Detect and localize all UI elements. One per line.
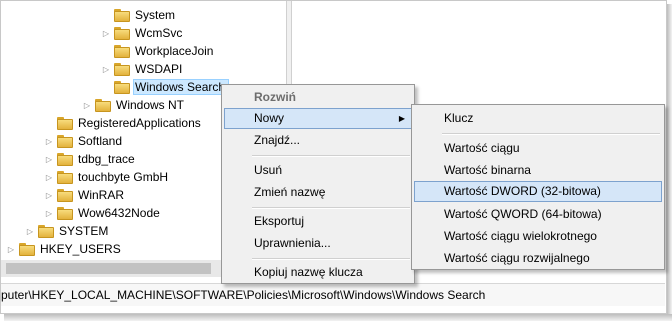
folder-icon — [114, 8, 130, 22]
folder-icon — [19, 242, 35, 256]
tree-node-system-hive[interactable]: ▷ SYSTEM — [25, 222, 108, 240]
status-bar: puter\HKEY_LOCAL_MACHINE\SOFTWARE\Polici… — [1, 283, 665, 306]
submenu-item-dword[interactable]: Wartość DWORD (32-bitowa) — [414, 181, 662, 202]
menu-separator — [252, 155, 410, 157]
tree-node-label-selected: Windows Search — [133, 79, 230, 95]
folder-icon — [57, 116, 73, 130]
tree-node-label: touchbyte GmbH — [78, 170, 169, 184]
folder-icon — [57, 152, 73, 166]
tree-node-workplacejoin[interactable]: WorkplaceJoin — [101, 42, 213, 60]
submenu-item-multi-string[interactable]: Wartość ciągu wielokrotnego — [414, 226, 662, 247]
tree-node-label: WSDAPI — [135, 62, 183, 76]
expand-arrow-icon[interactable]: ▷ — [44, 191, 54, 200]
tree-node-label: WcmSvc — [135, 26, 183, 40]
tree-node-tdbg-trace[interactable]: ▷ tdbg_trace — [44, 150, 135, 168]
submenu-arrow-icon: ▶ — [398, 114, 405, 123]
expand-arrow-icon[interactable]: ▷ — [101, 29, 111, 38]
folder-icon — [38, 224, 54, 238]
tree-node-label: WinRAR — [78, 188, 125, 202]
folder-icon — [114, 80, 130, 94]
scrollbar-thumb[interactable] — [6, 263, 211, 274]
tree-node-label: HKEY_USERS — [40, 242, 121, 256]
tree-node-windows-nt[interactable]: ▷ Windows NT — [82, 96, 184, 114]
tree-node-label: System — [135, 8, 176, 22]
tree-node-softland[interactable]: ▷ Softland — [44, 132, 122, 150]
submenu-item-expandable-string[interactable]: Wartość ciągu rozwijalnego — [414, 248, 662, 269]
submenu-item-qword[interactable]: Wartość QWORD (64-bitowa) — [414, 204, 662, 225]
menu-item-kopiuj-nazwe[interactable]: Kopiuj nazwę klucza — [224, 262, 412, 283]
tree-node-label: Softland — [78, 134, 123, 148]
registry-path: puter\HKEY_LOCAL_MACHINE\SOFTWARE\Polici… — [1, 288, 486, 302]
folder-icon — [57, 188, 73, 202]
tree-node-hkey-users[interactable]: ▷ HKEY_USERS — [6, 240, 121, 258]
tree-node-label: SYSTEM — [59, 224, 109, 238]
tree-node-wcmsvc[interactable]: ▷ WcmSvc — [101, 24, 182, 42]
tree-node-registeredapplications[interactable]: RegisteredApplications — [44, 114, 201, 132]
expand-arrow-icon[interactable]: ▷ — [6, 245, 16, 254]
folder-icon — [57, 206, 73, 220]
expand-arrow-icon[interactable]: ▷ — [44, 137, 54, 146]
context-menu: Rozwiń Nowy ▶ Znajdź... Usuń Zmień nazwę… — [221, 84, 415, 284]
expand-arrow-icon[interactable]: ▷ — [25, 227, 35, 236]
menu-item-znajdz[interactable]: Znajdź... — [224, 130, 412, 151]
expand-arrow-icon[interactable]: ▷ — [101, 65, 111, 74]
folder-icon — [114, 26, 130, 40]
tree-node-winrar[interactable]: ▷ WinRAR — [44, 186, 124, 204]
window-shadow-right — [667, 4, 672, 318]
menu-item-zmien-nazwe[interactable]: Zmień nazwę — [224, 182, 412, 203]
folder-icon — [114, 44, 130, 58]
submenu-item-wartosc-ciagu[interactable]: Wartość ciągu — [414, 138, 662, 159]
menu-item-label: Nowy — [254, 111, 285, 125]
tree-node-label: RegisteredApplications — [78, 116, 201, 130]
menu-item-uprawnienia[interactable]: Uprawnienia... — [224, 233, 412, 254]
submenu-nowy: Klucz Wartość ciągu Wartość binarna Wart… — [411, 104, 665, 270]
expand-arrow-icon[interactable]: ▷ — [44, 155, 54, 164]
folder-icon — [114, 62, 130, 76]
expand-arrow-icon[interactable]: ▷ — [44, 209, 54, 218]
menu-separator — [442, 133, 660, 135]
submenu-item-wartosc-binarna[interactable]: Wartość binarna — [414, 160, 662, 181]
menu-separator — [252, 207, 410, 209]
menu-item-eksportuj[interactable]: Eksportuj — [224, 211, 412, 232]
folder-icon — [57, 170, 73, 184]
tree-node-label: Windows NT — [116, 98, 185, 112]
expand-arrow-icon[interactable]: ▷ — [82, 101, 92, 110]
folder-icon — [95, 98, 111, 112]
tree-node-label: tdbg_trace — [78, 152, 135, 166]
tree-node-system[interactable]: System — [101, 6, 175, 24]
tree-node-label: WorkplaceJoin — [135, 44, 214, 58]
tree-node-label: Wow6432Node — [78, 206, 160, 220]
expand-arrow-icon[interactable]: ▷ — [44, 173, 54, 182]
menu-item-rozwin[interactable]: Rozwiń — [224, 87, 412, 108]
menu-separator — [252, 258, 410, 260]
window-shadow-bottom — [4, 314, 672, 321]
menu-item-usun[interactable]: Usuń — [224, 160, 412, 181]
tree-node-wsdapi[interactable]: ▷ WSDAPI — [101, 60, 182, 78]
tree-node-windows-search[interactable]: Windows Search — [101, 78, 230, 96]
menu-item-nowy[interactable]: Nowy ▶ — [224, 108, 412, 129]
submenu-item-klucz[interactable]: Klucz — [414, 108, 662, 129]
folder-icon — [57, 134, 73, 148]
tree-node-touchbyte[interactable]: ▷ touchbyte GmbH — [44, 168, 168, 186]
tree-node-wow6432node[interactable]: ▷ Wow6432Node — [44, 204, 160, 222]
